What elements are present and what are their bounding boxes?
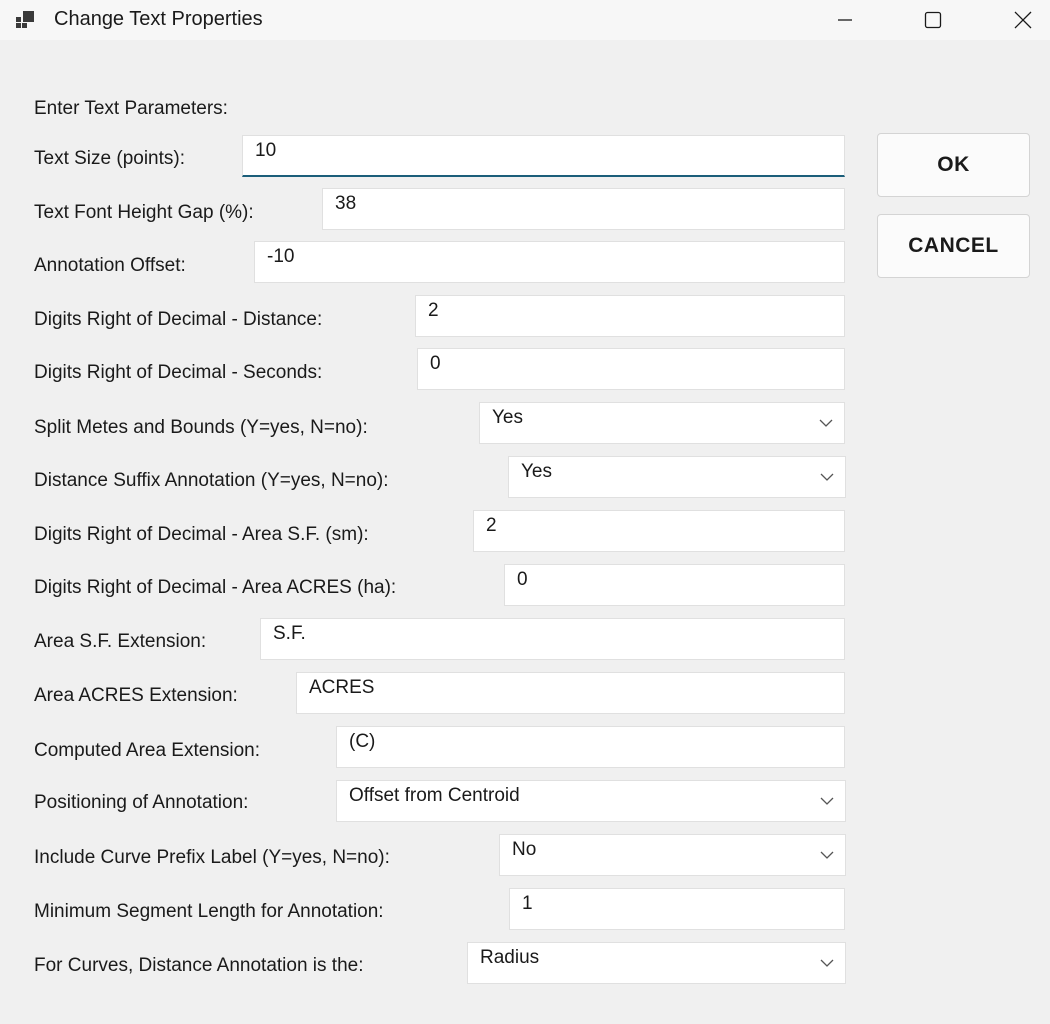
digits-area-sf-label: Digits Right of Decimal - Area S.F. (sm)… xyxy=(34,524,369,545)
min-segment-length-label: Minimum Segment Length for Annotation: xyxy=(34,901,384,922)
digits-area-acres-input[interactable]: 0 xyxy=(504,564,845,606)
distance-suffix-label: Distance Suffix Annotation (Y=yes, N=no)… xyxy=(34,470,389,491)
font-height-gap-input[interactable]: 38 xyxy=(322,188,845,230)
text-size-input[interactable]: 10 xyxy=(242,135,845,177)
maximize-icon xyxy=(924,11,942,29)
curve-prefix-select[interactable]: No xyxy=(499,834,846,876)
curve-distance-select[interactable]: Radius xyxy=(467,942,846,984)
chevron-down-icon xyxy=(820,851,834,859)
area-sf-extension-input[interactable]: S.F. xyxy=(260,618,845,660)
digits-distance-label: Digits Right of Decimal - Distance: xyxy=(34,309,323,330)
digits-seconds-label: Digits Right of Decimal - Seconds: xyxy=(34,362,323,383)
curve-distance-label: For Curves, Distance Annotation is the: xyxy=(34,955,364,976)
distance-suffix-value: Yes xyxy=(521,461,552,482)
chevron-down-icon xyxy=(820,797,834,805)
chevron-down-icon xyxy=(820,473,834,481)
maximize-button[interactable] xyxy=(910,0,956,40)
digits-distance-input[interactable]: 2 xyxy=(415,295,845,337)
app-icon xyxy=(16,11,34,28)
area-acres-extension-label: Area ACRES Extension: xyxy=(34,685,238,706)
chevron-down-icon xyxy=(819,419,833,427)
cancel-button[interactable]: CANCEL xyxy=(877,214,1030,278)
font-height-gap-label: Text Font Height Gap (%): xyxy=(34,202,254,223)
positioning-value: Offset from Centroid xyxy=(349,785,520,806)
curve-prefix-label: Include Curve Prefix Label (Y=yes, N=no)… xyxy=(34,847,390,868)
min-segment-length-input[interactable]: 1 xyxy=(509,888,845,930)
curve-distance-value: Radius xyxy=(480,947,540,968)
annotation-offset-label: Annotation Offset: xyxy=(34,255,186,276)
ok-button[interactable]: OK xyxy=(877,133,1030,197)
area-acres-extension-input[interactable]: ACRES xyxy=(296,672,845,714)
close-button[interactable] xyxy=(1000,0,1046,40)
distance-suffix-select[interactable]: Yes xyxy=(508,456,846,498)
window-title: Change Text Properties xyxy=(54,8,263,30)
section-heading: Enter Text Parameters: xyxy=(34,98,228,119)
positioning-select[interactable]: Offset from Centroid xyxy=(336,780,846,822)
computed-area-extension-input[interactable]: (C) xyxy=(336,726,845,768)
text-size-label: Text Size (points): xyxy=(34,148,185,169)
digits-area-acres-label: Digits Right of Decimal - Area ACRES (ha… xyxy=(34,577,397,598)
computed-area-extension-label: Computed Area Extension: xyxy=(34,740,261,761)
positioning-label: Positioning of Annotation: xyxy=(34,792,249,813)
split-metes-label: Split Metes and Bounds (Y=yes, N=no): xyxy=(34,417,368,438)
title-bar[interactable]: Change Text Properties xyxy=(0,0,1050,40)
close-icon xyxy=(1014,11,1032,29)
dialog-body: Enter Text Parameters: Text Size (points… xyxy=(0,40,1050,1024)
digits-area-sf-input[interactable]: 2 xyxy=(473,510,845,552)
minimize-button[interactable] xyxy=(822,0,868,40)
curve-prefix-value: No xyxy=(512,839,537,860)
digits-seconds-input[interactable]: 0 xyxy=(417,348,845,390)
annotation-offset-input[interactable]: -10 xyxy=(254,241,845,283)
minimize-icon xyxy=(838,19,852,21)
split-metes-value: Yes xyxy=(492,407,523,428)
chevron-down-icon xyxy=(820,959,834,967)
area-sf-extension-label: Area S.F. Extension: xyxy=(34,631,207,652)
split-metes-select[interactable]: Yes xyxy=(479,402,845,444)
